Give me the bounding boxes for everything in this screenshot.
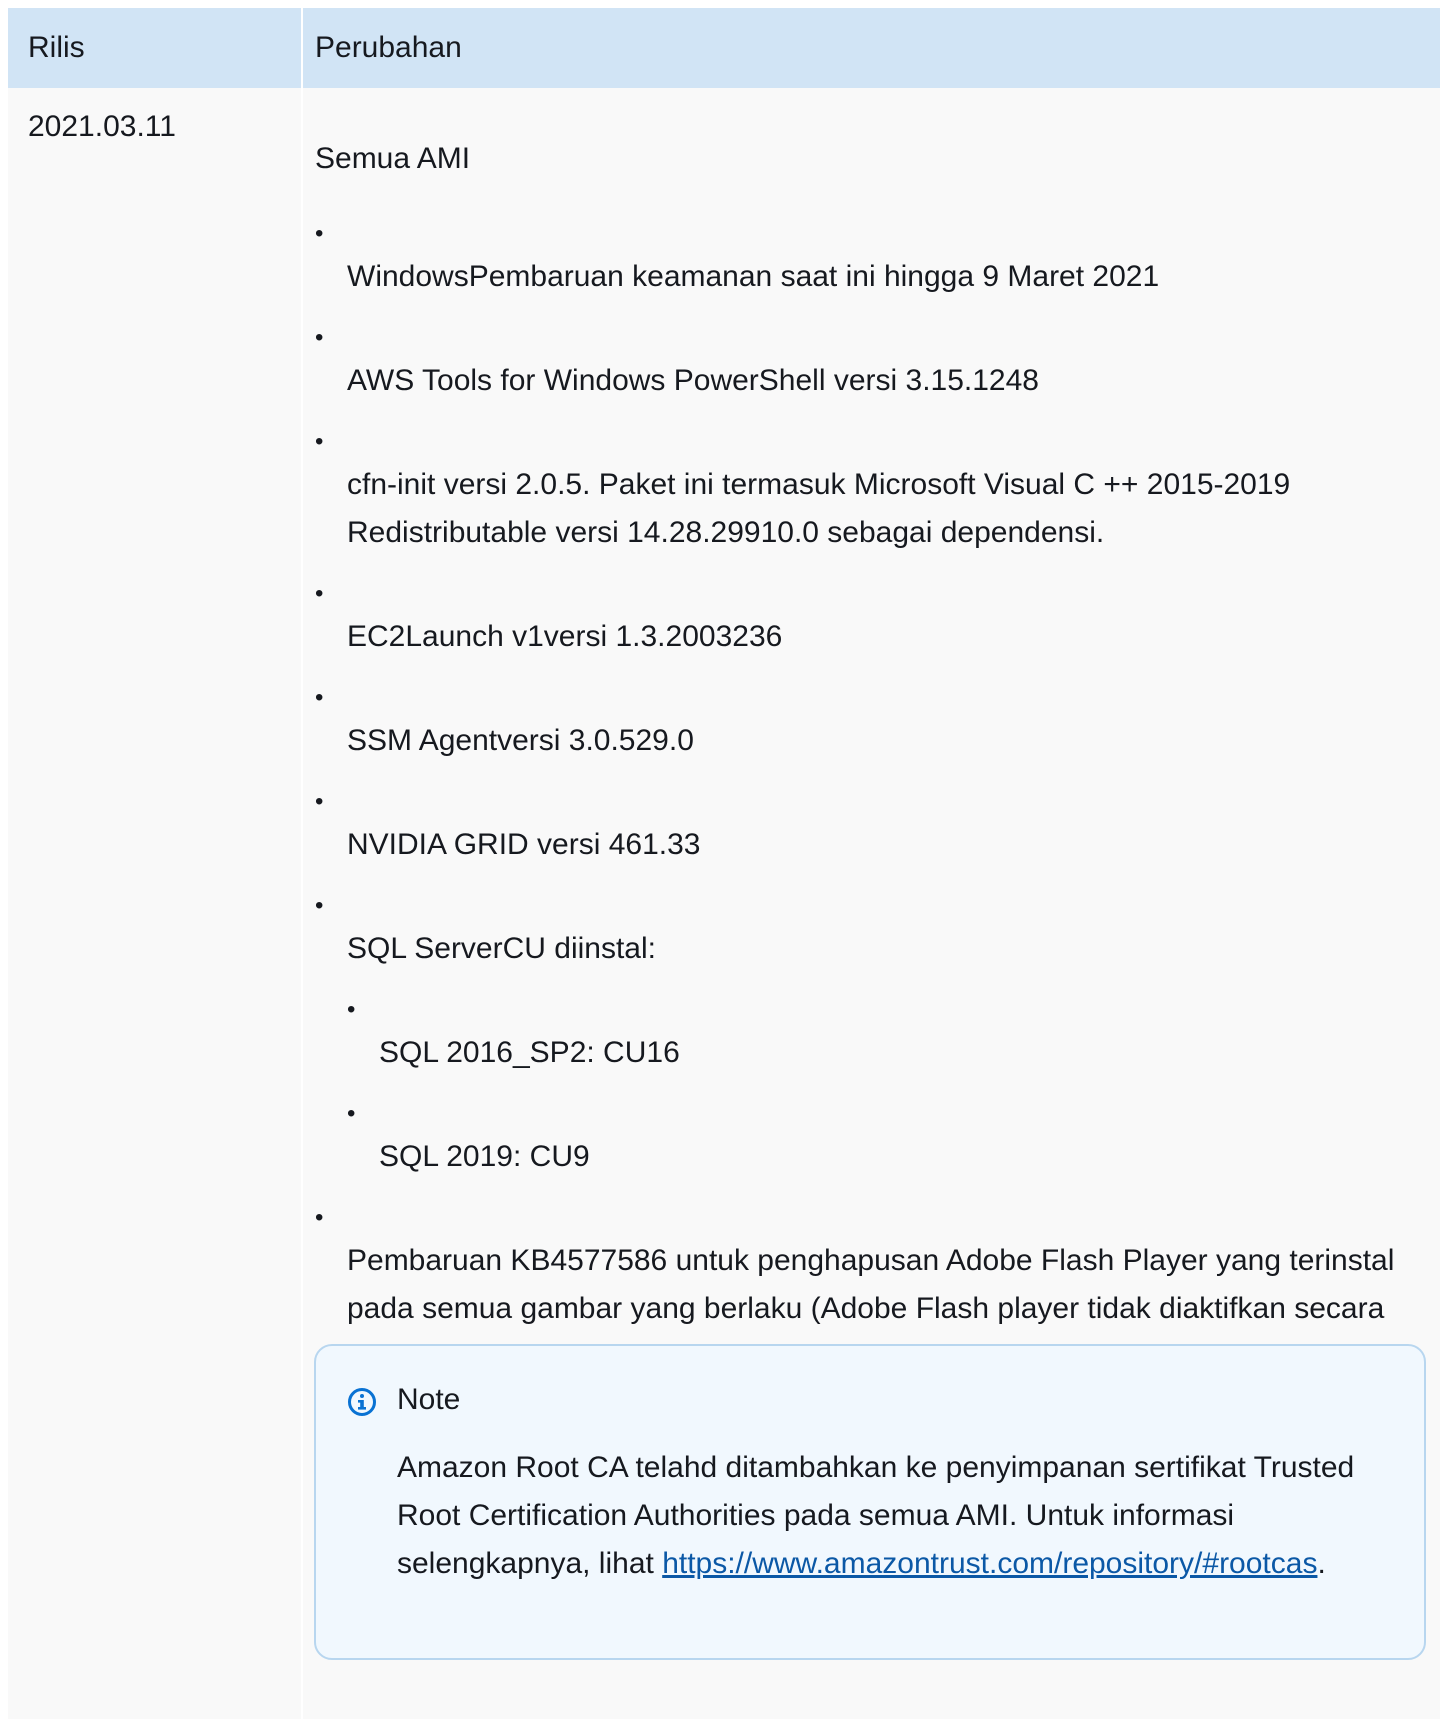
list-item: • NVIDIA GRID versi 461.33 [315,783,1415,869]
release-version: 2021.03.11 [28,110,176,143]
column-divider [301,88,303,1719]
bullet-icon: • [315,892,324,919]
note-body: Amazon Root CA telahd ditambahkan ke pen… [397,1444,1357,1588]
list-item-text: NVIDIA GRID versi 461.33 [347,828,701,861]
bullet-icon: • [315,324,324,351]
sql-cu-list: • SQL 2016_SP2: CU16 • SQL 2019: CU9 [347,991,1415,1181]
note-title: Note [397,1383,461,1416]
bullet-icon: • [315,1204,324,1231]
note-callout: Note Amazon Root CA telahd ditambahkan k… [314,1344,1426,1660]
list-item: • cfn-init versi 2.0.5. Paket ini termas… [315,423,1415,557]
list-item: • WindowsPembaruan keamanan saat ini hin… [315,215,1415,301]
list-item-text: SQL ServerCU diinstal: [347,932,656,965]
bullet-icon: • [315,788,324,815]
column-divider [301,8,303,88]
list-item-text: AWS Tools for Windows PowerShell versi 3… [347,364,1039,397]
list-item: • SSM Agentversi 3.0.529.0 [315,679,1415,765]
bullet-icon: • [315,220,324,247]
list-item: • SQL 2016_SP2: CU16 [347,991,1415,1077]
list-item-text: SQL 2019: CU9 [379,1140,590,1173]
list-item-text: SQL 2016_SP2: CU16 [379,1036,680,1069]
column-header-release: Rilis [28,31,85,64]
list-item-text: cfn-init versi 2.0.5. Paket ini termasuk… [347,468,1291,549]
changes-list: • WindowsPembaruan keamanan saat ini hin… [315,215,1415,1399]
table-header-row: Rilis Perubahan [8,8,1440,88]
list-item: • SQL 2019: CU9 [347,1095,1415,1181]
list-item-text: EC2Launch v1versi 1.3.2003236 [347,620,783,653]
rootcas-link[interactable]: https://www.amazontrust.com/repository/#… [662,1547,1317,1580]
bullet-icon: • [315,580,324,607]
bullet-icon: • [315,684,324,711]
column-header-changes: Perubahan [315,31,462,64]
note-text-end: . [1317,1547,1326,1580]
section-title: Semua AMI [315,142,471,175]
list-item: • AWS Tools for Windows PowerShell versi… [315,319,1415,405]
list-item-text: WindowsPembaruan keamanan saat ini hingg… [347,260,1160,293]
list-item-text: SSM Agentversi 3.0.529.0 [347,724,694,757]
list-item: • SQL ServerCU diinstal: • SQL 2016_SP2:… [315,887,1415,1181]
info-icon [348,1388,376,1416]
bullet-icon: • [347,996,356,1023]
bullet-icon: • [315,428,324,455]
list-item: • EC2Launch v1versi 1.3.2003236 [315,575,1415,661]
bullet-icon: • [347,1100,356,1127]
